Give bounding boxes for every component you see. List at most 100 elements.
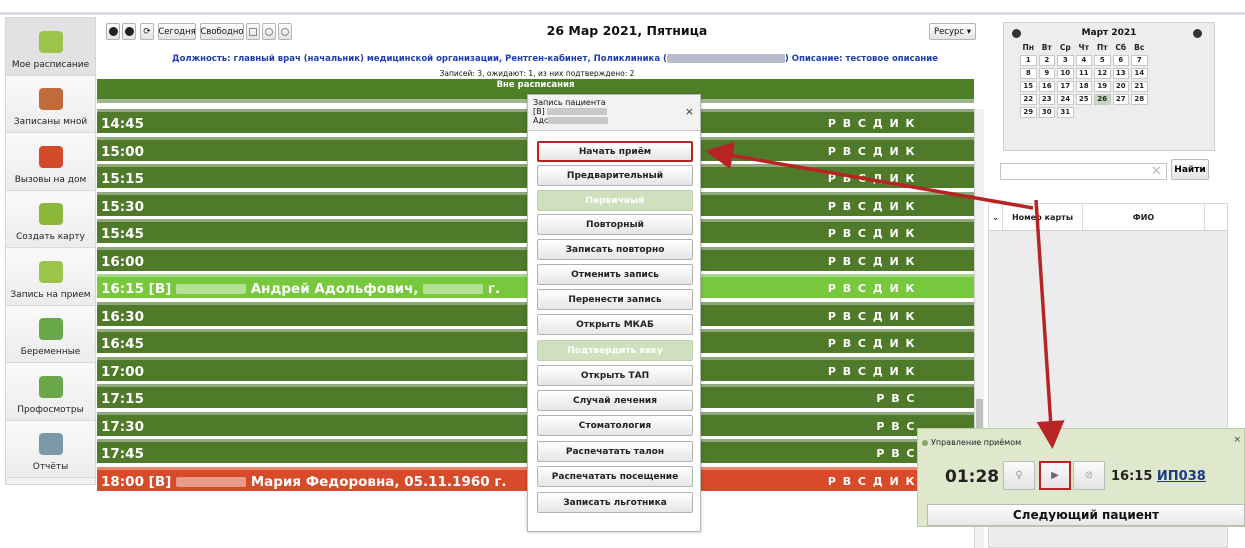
bulb-button[interactable]: ♀ — [1003, 461, 1035, 490]
close-icon[interactable]: × — [1233, 435, 1241, 445]
calendar-day[interactable]: 28 — [1131, 94, 1148, 105]
sidebar-item-2[interactable]: Вызовы на дом — [6, 133, 95, 191]
close-icon[interactable]: × — [685, 106, 694, 117]
slot-codes[interactable]: Р В С — [876, 415, 916, 439]
search-button[interactable]: Найти — [1171, 159, 1209, 180]
calendar-day[interactable]: 12 — [1094, 68, 1111, 79]
calendar-day[interactable]: 24 — [1057, 94, 1074, 105]
slot-codes[interactable]: Р В С Д И К — [828, 470, 916, 494]
popup-button-6[interactable]: Перенести запись — [537, 289, 693, 310]
popup-button-14[interactable]: Записать льготника — [537, 492, 693, 513]
weekday-label: Вт — [1041, 43, 1052, 52]
clear-icon[interactable]: ✕ — [1151, 163, 1162, 180]
slot-codes[interactable]: Р В С Д И К — [828, 332, 916, 356]
slot-codes[interactable]: Р В С — [876, 442, 916, 466]
popup-button-1[interactable]: Предварительный — [537, 165, 693, 186]
next-patient-button[interactable]: Следующий пациент — [927, 504, 1245, 526]
weekday-label: Сб — [1115, 43, 1127, 52]
slot-codes[interactable]: Р В С Д И К — [828, 277, 916, 301]
slot-time: 14:45 — [101, 116, 144, 132]
prev-month-icon[interactable] — [1012, 29, 1021, 38]
slot-codes[interactable]: Р В С Д И К — [828, 222, 916, 246]
print-button[interactable] — [246, 23, 260, 40]
free-slots-button[interactable]: Свободно — [200, 23, 244, 40]
col-card-number[interactable]: Номер карты — [1003, 204, 1083, 230]
calendar-day[interactable]: 15 — [1020, 81, 1037, 92]
calendar-day[interactable]: 8 — [1020, 68, 1037, 79]
popup-button-13[interactable]: Распечатать посещение — [537, 466, 693, 487]
slot-codes[interactable]: Р В С Д И К — [828, 360, 916, 384]
calendar-day[interactable]: 25 — [1075, 94, 1092, 105]
calendar-day[interactable]: 27 — [1112, 94, 1129, 105]
sidebar-item-7[interactable]: Отчёты — [6, 420, 95, 478]
calendar-day[interactable]: 19 — [1094, 81, 1111, 92]
popup-button-0[interactable]: Начать приём — [537, 141, 693, 162]
prev-day-button[interactable] — [106, 23, 120, 40]
popup-button-12[interactable]: Распечатать талон — [537, 441, 693, 462]
sidebar-item-6[interactable]: Профосмотры — [6, 363, 95, 421]
stop-button[interactable]: ⊘ — [1073, 461, 1105, 490]
sidebar-item-3[interactable]: Создать карту — [6, 190, 95, 248]
popup-button-10[interactable]: Случай лечения — [537, 390, 693, 411]
popup-button-7[interactable]: Открыть МКАБ — [537, 314, 693, 335]
sidebar-item-0[interactable]: Мое расписание — [6, 18, 95, 76]
settings-button[interactable] — [262, 23, 276, 40]
popup-button-4[interactable]: Записать повторно — [537, 239, 693, 260]
next-month-icon[interactable] — [1193, 29, 1202, 38]
col-full-name[interactable]: ФИО — [1083, 204, 1205, 230]
calendar-day[interactable]: 21 — [1131, 81, 1148, 92]
popup-birth-line: Адс — [533, 116, 695, 125]
slot-codes[interactable]: Р В С Д И К — [828, 112, 916, 136]
calendar-day[interactable]: 6 — [1112, 55, 1129, 66]
sidebar-item-5[interactable]: Беременные — [6, 305, 95, 363]
weekday-label: Вс — [1134, 43, 1145, 52]
start-reception-button[interactable]: ▶ — [1039, 461, 1071, 490]
calendar-day[interactable]: 14 — [1131, 68, 1148, 79]
calendar-day[interactable]: 2 — [1038, 55, 1055, 66]
calendar-day[interactable]: 13 — [1112, 68, 1129, 79]
slot-code-link[interactable]: ИП038 — [1157, 469, 1206, 484]
calendar-day[interactable]: 23 — [1038, 94, 1055, 105]
slot-codes[interactable]: Р В С Д И К — [828, 250, 916, 274]
reception-control-panel: Управление приёмом × 01:28 ♀ ▶ ⊘ 16:15 И… — [917, 428, 1245, 527]
calendar-day[interactable]: 5 — [1094, 55, 1111, 66]
sidebar-item-4[interactable]: Запись на прием — [6, 248, 95, 306]
redacted-text — [423, 284, 484, 294]
slot-codes[interactable]: Р В С Д И К — [828, 140, 916, 164]
sidebar-item-label: Профосмотры — [17, 404, 84, 415]
slot-codes[interactable]: Р В С Д И К — [828, 167, 916, 191]
clock-button[interactable] — [278, 23, 292, 40]
calendar-day[interactable]: 16 — [1038, 81, 1055, 92]
slot-codes[interactable]: Р В С — [876, 387, 916, 411]
top-divider — [0, 12, 1245, 15]
calendar-day[interactable]: 31 — [1057, 107, 1074, 118]
today-button[interactable]: Сегодня — [158, 23, 196, 40]
calendar-day[interactable]: 20 — [1112, 81, 1129, 92]
calendar-day[interactable]: 18 — [1075, 81, 1092, 92]
popup-button-3[interactable]: Повторный — [537, 214, 693, 235]
popup-button-11[interactable]: Стоматология — [537, 415, 693, 436]
sidebar-item-1[interactable]: Записаны мной — [6, 75, 95, 133]
calendar-day[interactable]: 10 — [1057, 68, 1074, 79]
calendar-day[interactable]: 17 — [1057, 81, 1074, 92]
refresh-button[interactable]: ⟳ — [140, 23, 154, 40]
calendar-day[interactable]: 29 — [1020, 107, 1037, 118]
calendar-day[interactable]: 4 — [1075, 55, 1092, 66]
slot-time: 17:00 — [101, 363, 144, 380]
calendar-day[interactable]: 30 — [1038, 107, 1055, 118]
chevron-down-icon[interactable]: ⌄ — [989, 204, 1003, 230]
next-day-button[interactable] — [122, 23, 136, 40]
popup-button-5[interactable]: Отменить запись — [537, 264, 693, 285]
calendar-day[interactable]: 26 — [1094, 94, 1111, 105]
slot-codes[interactable]: Р В С Д И К — [828, 305, 916, 329]
calendar-day[interactable]: 3 — [1057, 55, 1074, 66]
calendar-day[interactable]: 9 — [1038, 68, 1055, 79]
calendar-day[interactable]: 22 — [1020, 94, 1037, 105]
calendar-day[interactable]: 1 — [1020, 55, 1037, 66]
calendar-day[interactable]: 11 — [1075, 68, 1092, 79]
search-input[interactable] — [1000, 163, 1167, 180]
popup-button-9[interactable]: Открыть ТАП — [537, 365, 693, 386]
slot-codes[interactable]: Р В С Д И К — [828, 195, 916, 219]
resource-dropdown[interactable]: Ресурс ▾ — [929, 23, 976, 40]
calendar-day[interactable]: 7 — [1131, 55, 1148, 66]
